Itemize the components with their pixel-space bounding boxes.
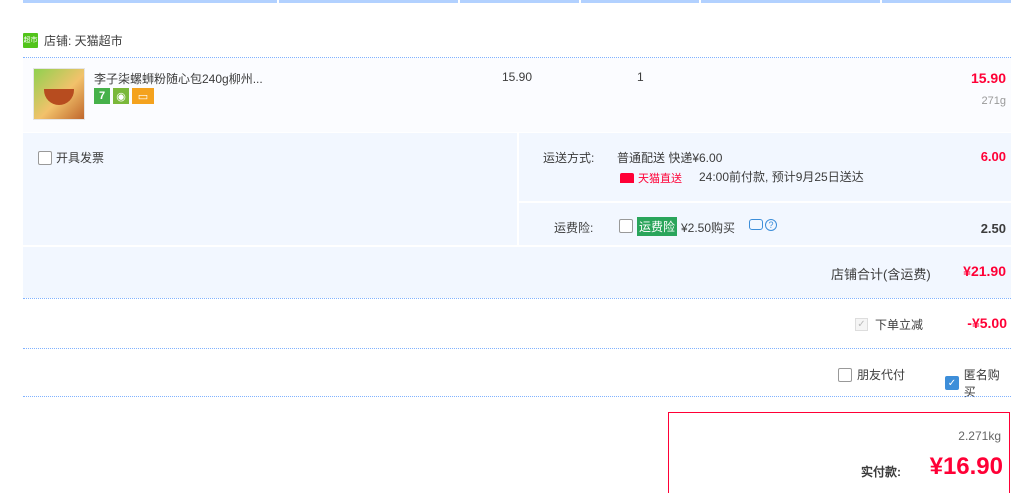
top-border-gap: [699, 0, 701, 3]
item-total: 15.90: [970, 70, 1006, 86]
order-options-panel: 开具发票 运送方式: 普通配送 快递¥6.00 天猫直送 24:00前付款, 预…: [23, 133, 1011, 298]
shop-name[interactable]: 店铺: 天猫超市: [44, 32, 123, 49]
credit-card-icon[interactable]: ▭: [132, 88, 154, 104]
top-border-gap: [880, 0, 882, 3]
divider: [517, 133, 519, 245]
seven-day-return-icon[interactable]: 7: [94, 88, 110, 104]
invoice-checkbox[interactable]: [38, 150, 52, 165]
product-title[interactable]: 李子柒螺蛳粉随心包240g柳州...: [94, 70, 263, 87]
help-icon[interactable]: ?: [765, 219, 777, 231]
top-border: [23, 0, 1011, 3]
carrier-name: 天猫直送: [638, 173, 682, 185]
service-badges: 7 ◉ ▭: [94, 88, 154, 104]
tmall-direct-logo: 天猫直送: [620, 170, 682, 186]
delivery-estimate: 24:00前付款, 预计9月25日送达: [699, 170, 864, 184]
insurance-fee: 2.50: [980, 221, 1006, 236]
payment-summary: 2.271kg 实付款: ¥16.90: [668, 412, 1010, 493]
product-image-bowl: [44, 89, 74, 105]
invoice-label: 开具发票: [56, 151, 105, 165]
item-weight: 271g: [981, 95, 1006, 107]
shipping-method[interactable]: 普通配送 快递¥6.00: [617, 149, 722, 166]
shipping-label: 运送方式:: [543, 151, 595, 165]
divider: [519, 201, 1011, 203]
top-border-gap: [458, 0, 460, 3]
divider: [23, 298, 1011, 299]
shop-header: 超市 店铺: 天猫超市: [23, 30, 123, 50]
anonymous-option[interactable]: ✓ 匿名购买: [945, 366, 1011, 400]
friend-pay-checkbox[interactable]: [838, 367, 852, 382]
order-item-row: 李子柒螺蛳粉随心包240g柳州... 7 ◉ ▭ 15.90 1 15.90 2…: [23, 58, 1011, 132]
total-weight: 2.271kg: [958, 429, 1001, 443]
disabled-checkbox: ✓: [855, 318, 868, 331]
discount-label: 下单立减: [875, 318, 924, 332]
anonymous-label: 匿名购买: [963, 368, 1000, 399]
friend-pay-option[interactable]: 朋友代付: [838, 366, 905, 383]
insurance-checkbox[interactable]: [619, 219, 633, 233]
anonymous-checkbox-checked[interactable]: ✓: [945, 376, 959, 390]
insurance-label: 运费险:: [554, 221, 594, 235]
product-thumbnail[interactable]: [33, 68, 85, 120]
shop-total-label: 店铺合计(含运费): [831, 267, 931, 282]
friend-pay-label: 朋友代付: [857, 368, 906, 382]
insurance-tag: 运费险: [637, 217, 678, 236]
top-border-gap: [579, 0, 581, 3]
insurance-icons: ?: [749, 219, 777, 231]
shop-total-value: ¥21.90: [963, 263, 1006, 279]
insurance-price: ¥2.50购买: [681, 221, 736, 235]
quantity: 1: [637, 70, 644, 84]
chat-icon[interactable]: [749, 219, 763, 230]
cart-icon: [620, 173, 634, 183]
guarantee-icon[interactable]: ◉: [113, 88, 129, 104]
divider: [23, 396, 1011, 397]
shipping-fee: 6.00: [980, 149, 1006, 164]
payment-label: 实付款:: [861, 465, 901, 479]
top-border-gap: [277, 0, 279, 3]
invoice-option[interactable]: 开具发票: [38, 149, 104, 166]
payment-amount: ¥16.90: [929, 453, 1003, 480]
divider: [23, 245, 1011, 247]
tmall-supermarket-icon: 超市: [23, 32, 38, 48]
instant-discount-option: ✓ 下单立减: [855, 316, 923, 333]
divider: [23, 348, 1011, 349]
unit-price: 15.90: [502, 70, 533, 84]
discount-value: -¥5.00: [967, 315, 1007, 331]
